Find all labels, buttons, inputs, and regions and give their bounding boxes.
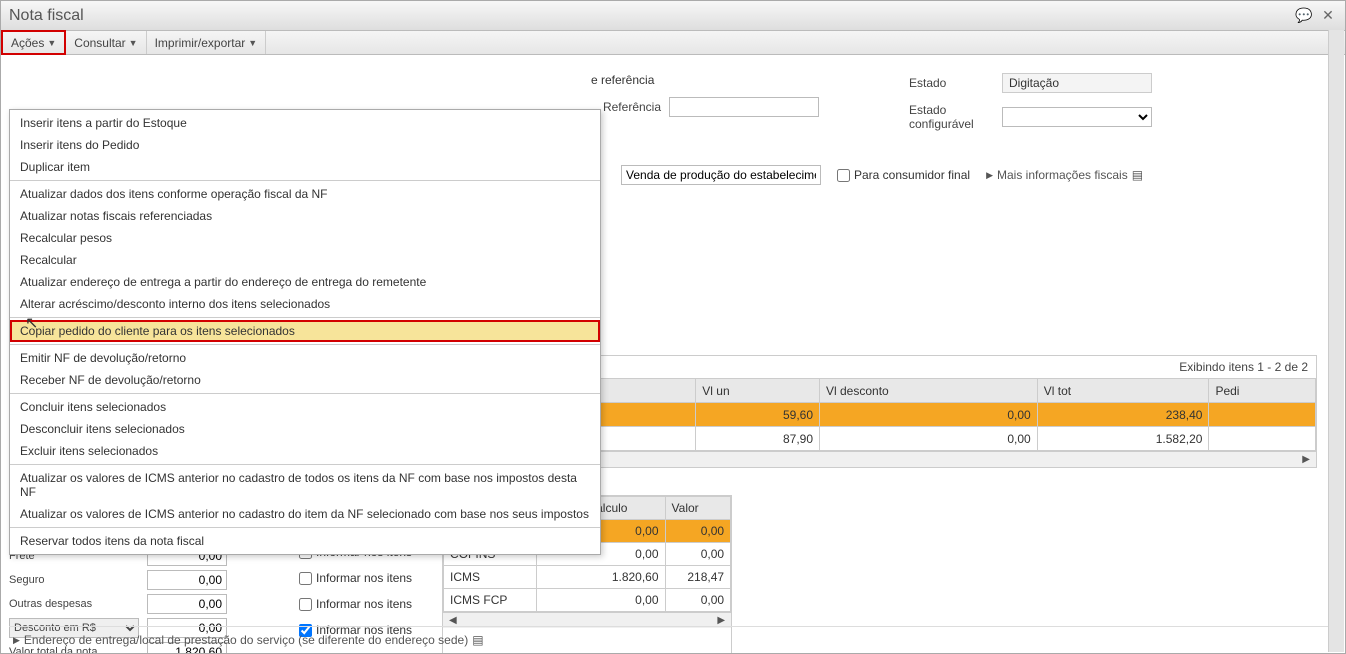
toolbar: Ações ▼ Consultar ▼ Imprimir/exportar ▼ — [1, 31, 1345, 55]
imprimir-label: Imprimir/exportar — [155, 36, 246, 50]
triangle-right-icon: ▶ — [13, 635, 20, 646]
estado-conf-label: Estado configurável — [909, 103, 994, 131]
menu-item[interactable]: Atualizar dados dos itens conforme opera… — [10, 183, 600, 205]
column-header[interactable]: Valor — [665, 497, 731, 520]
endereco-expand-label: Endereço de entrega/local de prestação d… — [24, 633, 468, 647]
menu-item[interactable]: Inserir itens do Pedido — [10, 134, 600, 156]
items-summary: Exibindo itens 1 - 2 de 2 — [1179, 360, 1308, 374]
natureza-input[interactable] — [621, 165, 821, 185]
table-row[interactable]: ICMS FCP0,000,00 — [444, 589, 731, 612]
chevron-down-icon: ▼ — [129, 38, 138, 48]
consultar-label: Consultar — [74, 36, 125, 50]
menu-item[interactable]: Receber NF de devolução/retorno — [10, 369, 600, 391]
menu-item[interactable]: Concluir itens selecionados — [10, 396, 600, 418]
estado-label: Estado — [909, 76, 994, 90]
menu-item[interactable]: Emitir NF de devolução/retorno — [10, 347, 600, 369]
mais-info-label: Mais informações fiscais — [997, 168, 1128, 182]
consumidor-final-checkbox[interactable] — [837, 169, 850, 182]
informar-outras-label: Informar nos itens — [316, 597, 412, 611]
doc-icon: ▤ — [472, 633, 483, 647]
consumidor-final-label: Para consumidor final — [854, 168, 970, 182]
window-title: Nota fiscal — [9, 7, 1295, 25]
table-row[interactable]: ICMS1.820,60218,47 — [444, 566, 731, 589]
estado-conf-select[interactable] — [1002, 107, 1152, 127]
outras-input[interactable] — [147, 594, 227, 614]
imprimir-button[interactable]: Imprimir/exportar ▼ — [147, 31, 267, 54]
menu-item[interactable]: Reservar todos itens da nota fiscal — [10, 530, 600, 552]
seguro-label: Seguro — [9, 574, 139, 586]
doc-icon: ▤ — [1132, 168, 1143, 182]
scroll-right-icon[interactable]: ▶ — [1302, 454, 1310, 465]
acoes-label: Ações — [11, 36, 44, 50]
menu-item[interactable]: Inserir itens a partir do Estoque — [10, 112, 600, 134]
tax-scroll-right-icon[interactable]: ▶ — [717, 615, 725, 626]
column-header[interactable]: Vl tot — [1037, 379, 1209, 403]
informar-outras-checkbox[interactable] — [299, 598, 312, 611]
vertical-scrollbar[interactable] — [1328, 30, 1344, 652]
informar-seguro-label: Informar nos itens — [316, 571, 412, 585]
menu-item[interactable]: Atualizar os valores de ICMS anterior no… — [10, 503, 600, 525]
column-header[interactable]: Vl desconto — [820, 379, 1038, 403]
chevron-down-icon: ▼ — [47, 38, 56, 48]
referencia-input[interactable] — [669, 97, 819, 117]
column-header[interactable]: Vl un — [696, 379, 820, 403]
outras-label: Outras despesas — [9, 598, 139, 610]
menu-item[interactable]: Desconcluir itens selecionados — [10, 418, 600, 440]
endereco-expand[interactable]: ▶ Endereço de entrega/local de prestação… — [9, 626, 1337, 653]
menu-item[interactable]: Alterar acréscimo/desconto interno dos i… — [10, 293, 600, 315]
menu-item[interactable]: Duplicar item — [10, 156, 600, 178]
estado-value: Digitação — [1002, 73, 1152, 93]
menu-item[interactable]: Copiar pedido do cliente para os itens s… — [10, 320, 600, 342]
acoes-button[interactable]: Ações ▼ — [1, 30, 66, 55]
menu-item[interactable]: Atualizar os valores de ICMS anterior no… — [10, 467, 600, 503]
menu-item[interactable]: Atualizar notas fiscais referenciadas — [10, 205, 600, 227]
consultar-button[interactable]: Consultar ▼ — [66, 31, 146, 54]
seguro-input[interactable] — [147, 570, 227, 590]
triangle-right-icon: ▶ — [986, 170, 993, 181]
menu-item[interactable]: Recalcular — [10, 249, 600, 271]
menu-item[interactable]: Excluir itens selecionados — [10, 440, 600, 462]
chevron-down-icon: ▼ — [248, 38, 257, 48]
help-icon[interactable]: 💬 — [1295, 7, 1313, 25]
titlebar: Nota fiscal 💬 ✕ — [1, 1, 1345, 31]
mais-info-expand[interactable]: ▶ Mais informações fiscais ▤ — [986, 168, 1143, 182]
tax-scroll-left-icon[interactable]: ◀ — [449, 615, 457, 626]
menu-item[interactable]: Atualizar endereço de entrega a partir d… — [10, 271, 600, 293]
column-header[interactable]: Pedi — [1209, 379, 1316, 403]
menu-item[interactable]: Recalcular pesos — [10, 227, 600, 249]
close-icon[interactable]: ✕ — [1319, 7, 1337, 25]
informar-seguro-checkbox[interactable] — [299, 572, 312, 585]
ref-section-label: e referência — [591, 73, 819, 87]
referencia-label: Referência — [591, 100, 661, 114]
acoes-dropdown: Inserir itens a partir do EstoqueInserir… — [9, 109, 601, 555]
